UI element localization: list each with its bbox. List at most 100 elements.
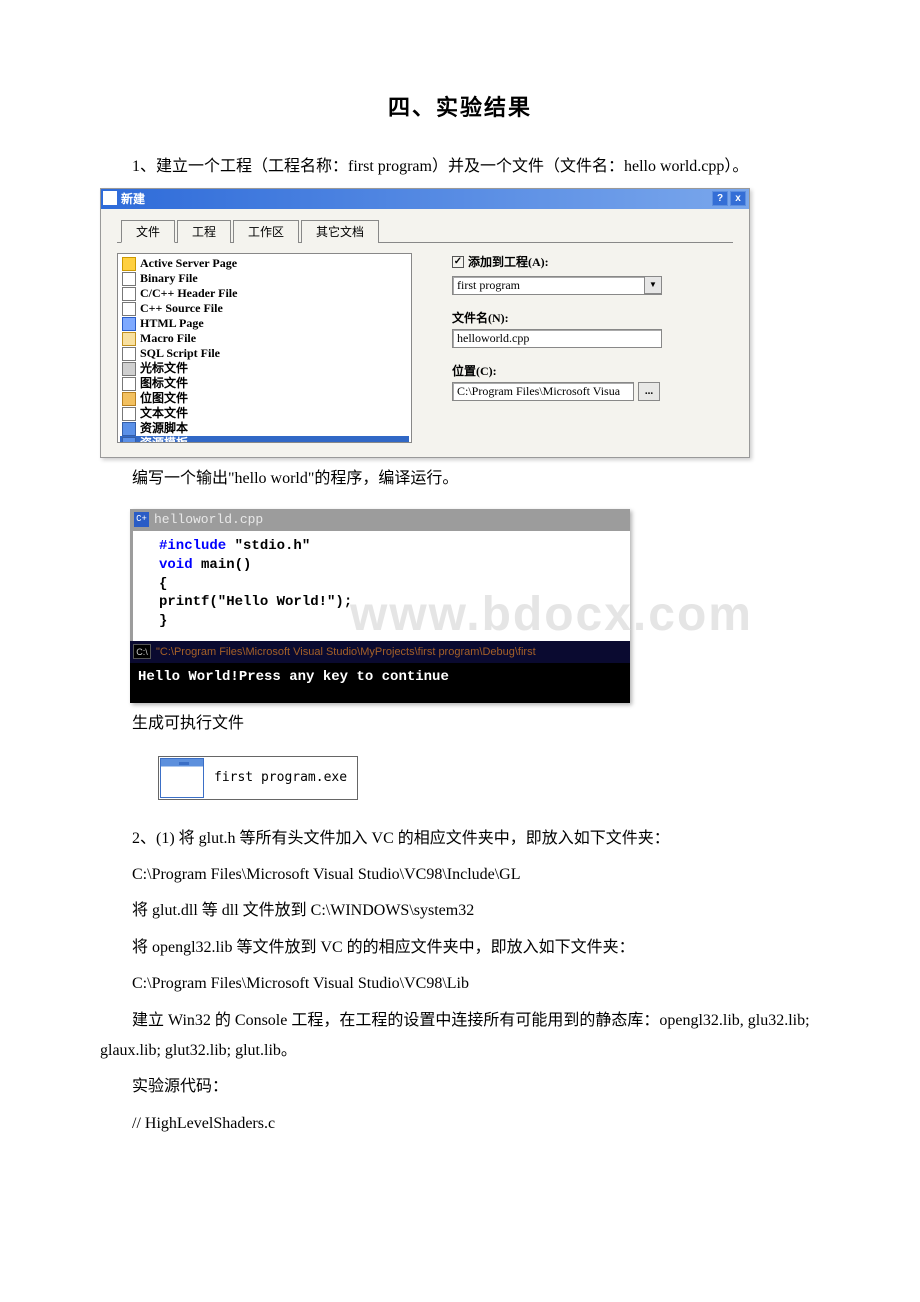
tab-otherdocs[interactable]: 其它文档 (301, 220, 379, 243)
filetype-binary-file[interactable]: Binary File (120, 271, 409, 286)
code-token: "stdio.h" (235, 538, 311, 554)
code-window-title: helloworld.cpp (154, 512, 263, 527)
filetype-cpp-source-file[interactable]: C++ Source File (120, 301, 409, 316)
filetype-label: 资源脚本 (140, 421, 188, 436)
code-line: void main() (159, 556, 620, 575)
source-code-label: 实验源代码： (100, 1072, 820, 1102)
code-line: printf("Hello World!"); (159, 593, 620, 612)
intro-text: 1、建立一个工程（工程名称：first program）并及一个文件（文件名：h… (132, 158, 748, 175)
binary-icon (122, 272, 136, 286)
cpp-file-icon: C+ (134, 512, 149, 527)
filetype-resource-template[interactable]: 资源模板 (120, 436, 409, 443)
location-value: C:\Program Files\Microsoft Visua (457, 384, 620, 398)
project-value: first program (457, 278, 520, 292)
code-editor-window: C+ helloworld.cpp #include "stdio.h" voi… (130, 509, 630, 703)
dialog-titlebar[interactable]: 新建 ? x (101, 189, 749, 209)
icon-file-icon (122, 377, 136, 391)
text-icon (122, 407, 136, 421)
filetype-list[interactable]: Active Server Page Binary File C/C++ Hea… (117, 253, 412, 443)
html-icon (122, 317, 136, 331)
source-code-filename: // HighLevelShaders.c (100, 1109, 820, 1139)
dropdown-arrow-icon[interactable]: ▼ (644, 277, 661, 294)
add-to-project-checkbox[interactable]: ✓ (452, 256, 464, 268)
asp-icon (122, 257, 136, 271)
resource-script-icon (122, 422, 136, 436)
sql-icon (122, 347, 136, 361)
project-setup-paragraph: 建立 Win32 的 Console 工程，在工程的设置中连接所有可能用到的静态… (100, 1006, 820, 1067)
filetype-text-file[interactable]: 文本文件 (120, 406, 409, 421)
tab-project[interactable]: 工程 (177, 220, 231, 243)
filetype-label: Binary File (140, 271, 198, 286)
filetype-label: Macro File (140, 331, 196, 346)
generate-exe-paragraph: 生成可执行文件 (100, 709, 820, 739)
filetype-label: HTML Page (140, 316, 204, 331)
filename-label: 文件名(N): (452, 309, 733, 326)
code-token: } (159, 613, 167, 629)
compile-paragraph: 编写一个输出"hello world"的程序，编译运行。 (100, 464, 820, 494)
dialog-right-pane: ✓ 添加到工程(A): first program ▼ 文件名(N): hell… (452, 253, 733, 443)
filetype-label: 位图文件 (140, 391, 188, 406)
filetype-label: 文本文件 (140, 406, 188, 421)
dialog-icon (103, 191, 117, 205)
code-token: main() (193, 557, 252, 573)
resource-template-icon (122, 437, 136, 444)
glut-lib-paragraph: 将 opengl32.lib 等文件放到 VC 的的相应文件夹中，即放入如下文件… (100, 933, 820, 963)
filetype-label: C++ Source File (140, 301, 223, 316)
header-icon (122, 287, 136, 301)
filetype-cursor-file[interactable]: 光标文件 (120, 361, 409, 376)
titlebar-button-group: ? x (712, 191, 746, 206)
filetype-label: 资源模板 (140, 436, 188, 443)
help-button[interactable]: ? (712, 191, 728, 206)
code-token: { (159, 576, 167, 592)
code-token: void (159, 557, 193, 573)
filetype-label: 光标文件 (140, 361, 188, 376)
glut-include-path: C:\Program Files\Microsoft Visual Studio… (100, 860, 820, 890)
location-label: 位置(C): (452, 362, 733, 379)
tab-file[interactable]: 文件 (121, 220, 175, 243)
console-output: Hello World!Press any key to continue (130, 663, 630, 703)
filename-value: helloworld.cpp (457, 331, 529, 345)
glut-intro-paragraph: 2、(1) 将 glut.h 等所有头文件加入 VC 的相应文件夹中，即放入如下… (100, 824, 820, 854)
exe-icon (160, 758, 204, 798)
glut-lib-path: C:\Program Files\Microsoft Visual Studio… (100, 969, 820, 999)
console-titlebar: C:\ "C:\Program Files\Microsoft Visual S… (130, 641, 630, 663)
code-window-titlebar[interactable]: C+ helloworld.cpp (130, 509, 630, 531)
filetype-sql-script[interactable]: SQL Script File (120, 346, 409, 361)
filetype-label: Active Server Page (140, 256, 237, 271)
add-to-project-label: 添加到工程(A): (468, 253, 549, 270)
filetype-label: SQL Script File (140, 346, 220, 361)
console-path: "C:\Program Files\Microsoft Visual Studi… (156, 646, 536, 658)
dialog-title: 新建 (121, 192, 145, 206)
tab-workspace[interactable]: 工作区 (233, 220, 299, 243)
cursor-icon (122, 362, 136, 376)
filetype-active-server-page[interactable]: Active Server Page (120, 256, 409, 271)
browse-button[interactable]: ... (638, 382, 660, 401)
macro-icon (122, 332, 136, 346)
filetype-bitmap-file[interactable]: 位图文件 (120, 391, 409, 406)
filetype-label: C/C++ Header File (140, 286, 237, 301)
code-line: #include "stdio.h" (159, 537, 620, 556)
glut-dll-paragraph: 将 glut.dll 等 dll 文件放到 C:\WINDOWS\system3… (100, 896, 820, 926)
filetype-html-page[interactable]: HTML Page (120, 316, 409, 331)
filetype-macro-file[interactable]: Macro File (120, 331, 409, 346)
bitmap-icon (122, 392, 136, 406)
filetype-header-file[interactable]: C/C++ Header File (120, 286, 409, 301)
location-input[interactable]: C:\Program Files\Microsoft Visua (452, 382, 634, 401)
filetype-icon-file[interactable]: 图标文件 (120, 376, 409, 391)
filetype-label: 图标文件 (140, 376, 188, 391)
project-dropdown[interactable]: first program ▼ (452, 276, 662, 295)
console-icon: C:\ (133, 644, 151, 659)
code-token: printf("Hello World!"); (159, 594, 352, 610)
filetype-resource-script[interactable]: 资源脚本 (120, 421, 409, 436)
dialog-tabs: 文件 工程 工作区 其它文档 (117, 219, 733, 243)
section-heading: 四、实验结果 (100, 90, 820, 122)
code-line: { (159, 575, 620, 594)
filename-input[interactable]: helloworld.cpp (452, 329, 662, 348)
exe-filename: first program.exe (214, 770, 347, 785)
code-token: #include (159, 538, 235, 554)
new-file-dialog: 新建 ? x 文件 工程 工作区 其它文档 Active Server Page… (100, 188, 750, 458)
close-button[interactable]: x (730, 191, 746, 206)
cpp-icon (122, 302, 136, 316)
exe-file-item[interactable]: first program.exe (158, 756, 358, 800)
intro-paragraph-1: 1、建立一个工程（工程名称：first program）并及一个文件（文件名：h… (100, 152, 820, 182)
